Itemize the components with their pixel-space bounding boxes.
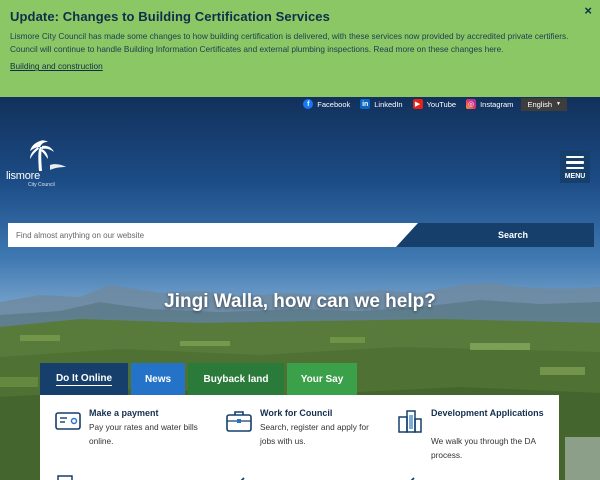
language-label: English — [527, 99, 553, 109]
hamburger-icon — [566, 155, 584, 159]
youtube-link[interactable]: ▶ YouTube — [412, 99, 457, 109]
search-bar: Search — [8, 223, 594, 247]
youtube-icon: ▶ — [412, 99, 423, 109]
tools-icon — [410, 477, 415, 480]
facebook-label: Facebook — [317, 99, 351, 109]
buildings-icon — [398, 410, 422, 433]
service-title: Development Applications — [431, 408, 544, 418]
facebook-icon: f — [303, 99, 314, 109]
alert-banner: Update: Changes to Building Certificatio… — [0, 0, 600, 97]
council-logo[interactable]: lismore City Council — [4, 137, 70, 195]
payment-card-icon — [55, 412, 81, 430]
alert-link-building[interactable]: Building and construction — [10, 61, 103, 71]
alert-title: Update: Changes to Building Certificatio… — [10, 9, 330, 24]
tab-news[interactable]: News — [131, 363, 185, 395]
youtube-label: YouTube — [426, 99, 457, 109]
language-selector[interactable]: English ▼ — [521, 97, 567, 111]
linkedin-label: LinkedIn — [374, 99, 403, 109]
service-description: Pay your rates and water bills online. — [89, 422, 198, 446]
tab-bar: Do It Online News Buyback land Your Say — [40, 363, 357, 395]
logo-wordmark: lismore — [6, 170, 41, 182]
hero: f Facebook in LinkedIn ▶ YouTube ◎ Insta… — [0, 97, 600, 480]
hero-heading: Jingi Walla, how can we help? — [164, 291, 436, 312]
logo-subtitle: City Council — [28, 182, 55, 188]
pencil-icon — [240, 477, 245, 480]
briefcase-icon — [226, 411, 252, 432]
hamburger-icon-bar — [566, 166, 584, 170]
search-button[interactable]: Search — [396, 223, 594, 247]
document-icon — [57, 475, 73, 480]
search-input[interactable] — [8, 223, 418, 247]
service-title: Make a payment — [89, 408, 159, 418]
menu-button[interactable]: MENU — [560, 151, 590, 183]
hamburger-icon-bar — [566, 161, 584, 164]
social-bar: f Facebook in LinkedIn ▶ YouTube ◎ Insta… — [303, 97, 567, 111]
services-panel: Make a payment Pay your rates and water … — [40, 395, 559, 480]
close-icon[interactable]: × — [584, 3, 592, 18]
service-title: Work for Council — [260, 408, 333, 418]
instagram-icon: ◎ — [466, 99, 477, 109]
tab-your-say[interactable]: Your Say — [287, 363, 357, 395]
menu-label: MENU — [564, 172, 586, 180]
service-description: Search, register and apply for jobs with… — [260, 422, 369, 446]
tab-do-it-online[interactable]: Do It Online — [40, 363, 128, 395]
tab-label: Do It Online — [55, 372, 113, 386]
facebook-link[interactable]: f Facebook — [303, 99, 350, 109]
service-description: We walk you through the DA process. — [431, 436, 536, 460]
chevron-down-icon: ▼ — [556, 101, 561, 107]
alert-body: Lismore City Council has made some chang… — [10, 31, 569, 54]
linkedin-link[interactable]: in LinkedIn — [360, 99, 403, 109]
services-row-2 — [40, 472, 559, 480]
tab-buyback-land[interactable]: Buyback land — [188, 363, 284, 395]
linkedin-icon: in — [360, 99, 371, 109]
instagram-link[interactable]: ◎ Instagram — [466, 99, 513, 109]
instagram-label: Instagram — [480, 99, 514, 109]
